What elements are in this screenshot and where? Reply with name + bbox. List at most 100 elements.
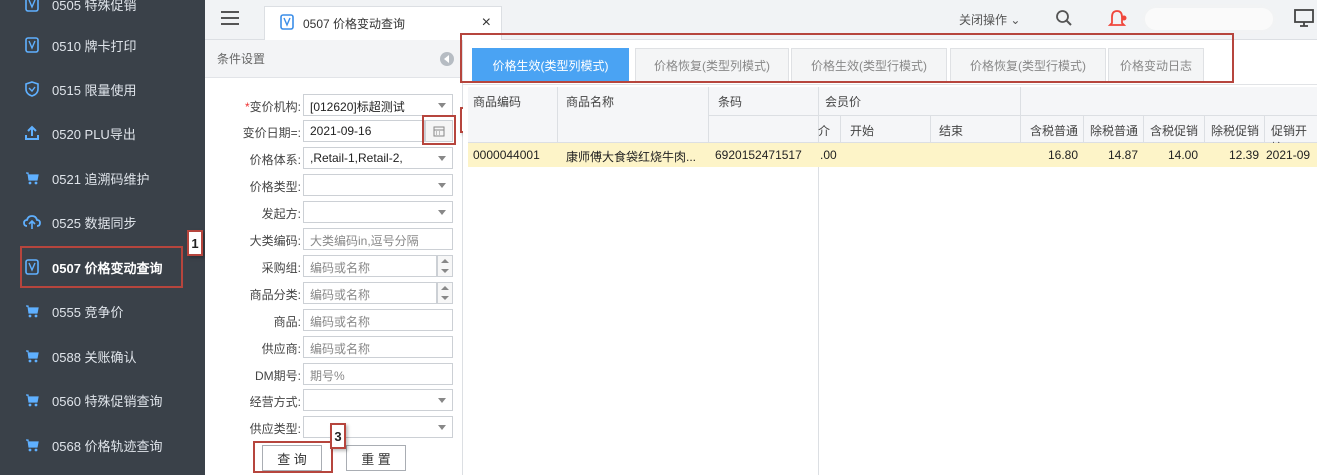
chevron-down-icon [438,183,446,188]
field-label: 采购组: [261,261,301,275]
sidebar-item-label: 0555 竞争价 [52,304,124,320]
sidebar-item-0525[interactable]: 0525 数据同步 [0,200,205,244]
sidebar-item-label: 0560 特殊促销查询 [52,393,163,409]
bell-icon[interactable] [1107,7,1129,32]
col-header-notax-normal[interactable]: 除税普通 [1090,122,1138,139]
result-grid: 商品编码 商品名称 条码 会员价 介 开始 结束 含税普通 除税普通 含税促销 … [468,87,1317,475]
field-price-org: *变价机构: [012620]标超测试 [205,94,463,116]
col-header-tax-normal[interactable]: 含税普通 [1030,122,1078,139]
cart-icon [22,346,42,366]
chevron-down-icon [438,156,446,161]
cart-icon [22,435,42,455]
price-org-select[interactable]: [012620]标超测试 [303,94,453,116]
upload-icon [22,123,42,143]
col-header-code[interactable]: 商品编码 [473,93,521,110]
business-mode-select[interactable] [303,389,453,411]
sidebar-item-0520[interactable]: 0520 PLU导出 [0,111,205,155]
collapse-icon[interactable] [440,52,454,66]
col-header-barcode[interactable]: 条码 [718,93,742,110]
supply-type-select[interactable] [303,416,453,438]
cell-member-cut: .00 [820,148,837,162]
sidebar-item-0555[interactable]: 0555 竞争价 [0,289,205,333]
main-panel: 价格生效(类型列模式) 价格恢复(类型列模式) 价格生效(类型行模式) 价格恢复… [460,33,1317,475]
product-class-input[interactable]: 编码或名称 [303,282,437,304]
annotation-tag-1: 1 [187,230,203,256]
col-header-start[interactable]: 开始 [850,122,874,139]
shield-icon [22,79,42,99]
col-header-name[interactable]: 商品名称 [566,93,614,110]
sidebar-item-0510[interactable]: 0510 牌卡打印 [0,23,205,67]
field-label: 变价机构: [249,100,301,114]
dm-issue-input[interactable]: 期号% [303,363,453,385]
cloud-sync-icon [22,212,42,232]
sidebar-item-label: 0521 追溯码维护 [52,171,150,187]
col-header-member-cut[interactable]: 介 [818,122,830,139]
col-header-member-price: 会员价 [825,95,862,109]
sidebar-item-label: 0525 数据同步 [52,215,137,231]
sidebar-item-label: 0505 特殊促销 [52,0,137,13]
purchase-group-input[interactable]: 编码或名称 [303,255,437,277]
price-type-select[interactable] [303,174,453,196]
condition-title: 条件设置 [217,52,266,66]
field-category-code: 大类编码: 大类编码in,逗号分隔 [205,228,463,250]
card-icon [22,0,42,14]
field-label: 供应商: [261,342,301,356]
col-header-notax-promo[interactable]: 除税促销 [1211,122,1259,139]
sidebar-item-0568[interactable]: 0568 价格轨迹查询 [0,423,205,467]
cell-name: 康师傅大食袋红烧牛肉... [566,150,697,164]
initiator-select[interactable] [303,201,453,223]
search-icon[interactable] [1055,9,1073,30]
category-code-input[interactable]: 大类编码in,逗号分隔 [303,228,453,250]
field-label: 商品分类: [249,288,301,302]
field-price-system: 价格体系: ,Retail-1,Retail-2, [205,147,463,169]
field-label: 价格体系: [249,153,301,167]
user-menu[interactable] [1145,8,1273,30]
card-icon [279,14,295,33]
col-header-tax-promo[interactable]: 含税促销 [1150,122,1198,139]
product-input[interactable]: 编码或名称 [303,309,453,331]
cell-notax-promo: 12.39 [1228,148,1259,162]
sidebar-item-label: 0510 牌卡打印 [52,38,137,54]
sidebar-item-label: 0588 关账确认 [52,349,137,365]
chevron-down-icon [438,103,446,108]
chevron-down-icon [438,210,446,215]
condition-panel-header: 条件设置 [205,40,462,78]
cell-promo-start: 2021-09 [1266,148,1311,162]
cell-barcode: 6920152471517 [715,148,802,162]
field-initiator: 发起方: [205,201,463,223]
field-label: 变价日期=: [242,126,301,140]
field-supplier: 供应商: 编码或名称 [205,336,463,358]
price-date-input[interactable]: 2021-09-16 [303,120,425,142]
cell-tax-normal: 16.80 [1047,148,1078,162]
menu-icon[interactable] [221,11,239,27]
product-class-stepper[interactable] [437,282,453,304]
monitor-icon[interactable] [1293,8,1315,31]
sidebar-item-label: 0568 价格轨迹查询 [52,438,163,454]
annotation-box-2 [422,115,456,145]
cell-tax-promo: 14.00 [1167,148,1198,162]
sidebar-item-0588[interactable]: 0588 关账确认 [0,334,205,378]
field-label: 发起方: [261,207,301,221]
cart-icon [22,390,42,410]
close-operations-dropdown[interactable]: 关闭操作 ⌄ [959,11,1020,28]
supplier-input[interactable]: 编码或名称 [303,336,453,358]
sidebar-item-0515[interactable]: 0515 限量使用 [0,67,205,111]
annotation-box-tabs [460,33,1234,83]
sidebar-item-0560[interactable]: 0560 特殊促销查询 [0,378,205,422]
condition-panel: 条件设置 *变价机构: [012620]标超测试 变价日期=: 2021-09-… [205,40,463,475]
reset-button[interactable]: 重 置 [346,445,406,471]
field-business-mode: 经营方式: [205,389,463,411]
field-label: DM期号: [255,369,301,383]
price-system-select[interactable]: ,Retail-1,Retail-2, [303,147,453,169]
close-icon[interactable]: × [482,14,491,32]
sidebar: 0505 特殊促销 0510 牌卡打印 0515 限量使用 0520 PLU导出… [0,0,205,475]
purchase-group-stepper[interactable] [437,255,453,277]
field-price-type: 价格类型: [205,174,463,196]
sidebar-item-0521[interactable]: 0521 追溯码维护 [0,156,205,200]
col-header-end[interactable]: 结束 [939,122,963,139]
field-label: 商品: [273,315,301,329]
sidebar-item-label: 0520 PLU导出 [52,126,136,142]
cart-icon [22,168,42,188]
annotation-box-3 [253,441,333,473]
field-product: 商品: 编码或名称 [205,309,463,331]
